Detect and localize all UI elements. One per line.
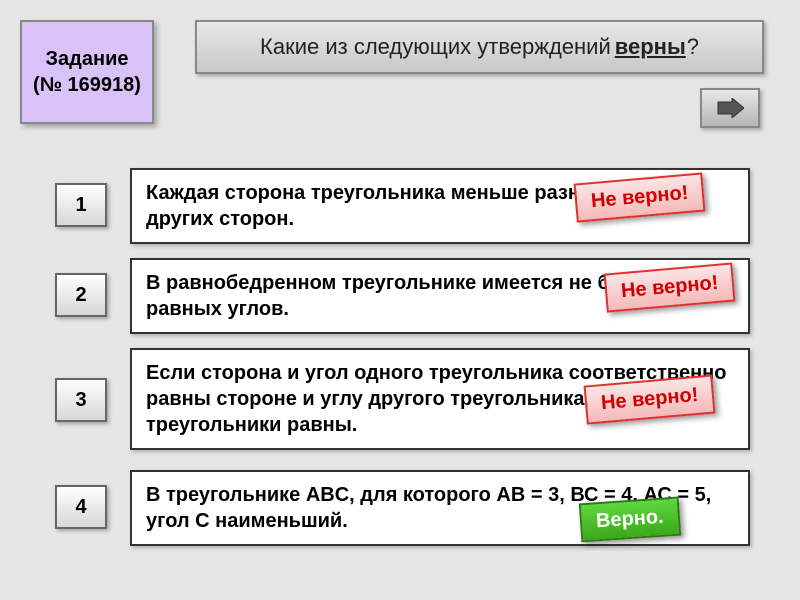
question-bar: Какие из следующих утверждений верны ? — [195, 20, 764, 74]
next-button[interactable] — [700, 88, 760, 128]
badge-label: Не верно! — [620, 272, 719, 302]
badge-label: Не верно! — [590, 182, 689, 212]
question-prefix: Какие из следующих утверждений — [260, 34, 611, 60]
option-number: 2 — [75, 284, 86, 307]
option-number: 3 — [75, 389, 86, 412]
option-number: 4 — [75, 496, 86, 519]
badge-correct-4: Верно. — [579, 497, 681, 543]
arrow-right-icon — [716, 98, 744, 118]
slide-stage: Задание (№ 169918) Какие из следующих ут… — [0, 0, 800, 600]
option-button-4[interactable]: 4 — [55, 485, 107, 529]
option-button-3[interactable]: 3 — [55, 378, 107, 422]
option-number: 1 — [75, 194, 86, 217]
question-emph: верны — [615, 34, 686, 60]
badge-label: Верно. — [595, 506, 664, 533]
task-number: (№ 169918) — [33, 72, 141, 98]
task-label: Задание — [46, 46, 129, 72]
option-button-2[interactable]: 2 — [55, 273, 107, 317]
task-box: Задание (№ 169918) — [20, 20, 154, 124]
question-suffix: ? — [687, 34, 699, 60]
badge-label: Не верно! — [600, 384, 699, 414]
option-button-1[interactable]: 1 — [55, 183, 107, 227]
